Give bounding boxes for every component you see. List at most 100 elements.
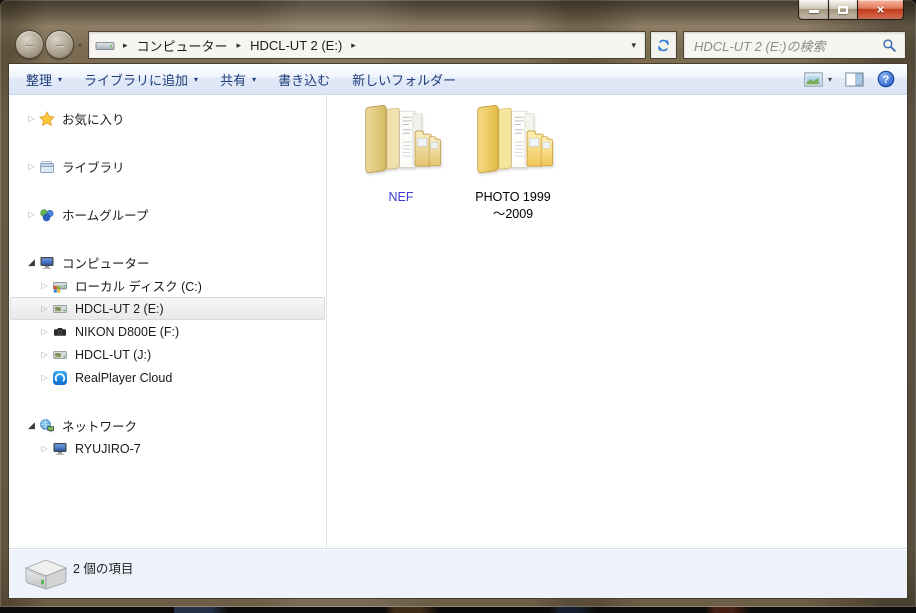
computer-icon: [51, 441, 69, 457]
button-label: 整理: [26, 72, 53, 88]
homegroup-icon: [38, 207, 56, 223]
sidebar-item-favorites[interactable]: ▷ お気に入り: [10, 107, 325, 130]
chevron-down-icon: ▾: [252, 74, 257, 84]
chevron-collapsed-icon[interactable]: ▷: [25, 114, 38, 123]
chevron-collapsed-icon[interactable]: ▷: [38, 350, 51, 359]
address-dropdown[interactable]: ▾: [622, 40, 645, 51]
item-count-status: 2 個の項目: [73, 562, 134, 576]
camera-icon: [51, 324, 69, 340]
sidebar-item-hdcl-ut-2-e[interactable]: ▷ HDCL-UT 2 (E:): [10, 297, 325, 320]
explorer-body: 整理 ▾ ライブラリに追加 ▾ 共有 ▾ 書き込む 新しいフォルダー ▾ ? ▷…: [8, 63, 908, 599]
chevron-collapsed-icon[interactable]: ▷: [38, 281, 51, 290]
libraries-icon: [38, 159, 56, 175]
views-button[interactable]: ▾: [804, 71, 832, 87]
folder-item-nef[interactable]: NEF: [351, 101, 451, 223]
sidebar-item-label: お気に入り: [62, 113, 125, 127]
sidebar-item-label: RYUJIRO-7: [75, 441, 141, 456]
back-button[interactable]: ←: [15, 30, 44, 59]
breadcrumb-separator: ▸: [236, 39, 242, 50]
desktop-background-strip: [0, 607, 916, 613]
chevron-down-icon: ▾: [194, 74, 199, 84]
system-drive-icon: [51, 278, 69, 294]
sidebar-item-label: ライブラリ: [62, 161, 125, 175]
sidebar-item-libraries[interactable]: ▷ ライブラリ: [10, 155, 325, 178]
chevron-collapsed-icon[interactable]: ▷: [25, 162, 38, 171]
new-folder-button[interactable]: 新しいフォルダー: [341, 67, 467, 91]
folder-item-photo[interactable]: PHOTO 1999 ～2009: [463, 101, 563, 223]
content-area: ▷ お気に入り ▷ ライブラリ ▷ ホームグループ ◢ コンピューター ▷ ロー…: [9, 95, 907, 548]
chevron-expanded-icon[interactable]: ◢: [25, 420, 38, 431]
realplayer-cloud-icon: [51, 370, 69, 386]
drive-icon: [95, 38, 115, 53]
add-to-library-button[interactable]: ライブラリに追加 ▾: [73, 67, 209, 91]
sidebar-item-realplayer-cloud[interactable]: ▷ RealPlayer Cloud: [10, 366, 325, 389]
chevron-collapsed-icon[interactable]: ▷: [38, 304, 51, 313]
refresh-icon: [656, 38, 671, 53]
hard-drive-icon: [22, 553, 70, 600]
search-placeholder: HDCL-UT 2 (E:)の検索: [694, 38, 826, 54]
navigation-pane: ▷ お気に入り ▷ ライブラリ ▷ ホームグループ ◢ コンピューター ▷ ロー…: [9, 95, 327, 548]
folder-icon: [469, 101, 557, 183]
chevron-down-icon: ▾: [58, 74, 63, 84]
sidebar-item-network[interactable]: ◢ ネットワーク: [10, 414, 325, 437]
sidebar-item-label: NIKON D800E (F:): [75, 324, 180, 339]
svg-text:?: ?: [883, 74, 890, 86]
close-button[interactable]: ×: [857, 0, 904, 20]
preview-pane-button[interactable]: [845, 71, 864, 87]
network-icon: [38, 418, 56, 434]
forward-arrow-icon: →: [52, 36, 67, 53]
sidebar-item-label: ローカル ディスク (C:): [75, 280, 202, 294]
sidebar-item-nikon-d800e-f[interactable]: ▷ NIKON D800E (F:): [10, 320, 325, 343]
back-arrow-icon: ←: [22, 36, 37, 53]
button-label: 共有: [220, 72, 247, 88]
folder-name: NEF: [388, 190, 414, 204]
sidebar-item-label: ネットワーク: [62, 420, 138, 434]
help-button[interactable]: ?: [877, 70, 895, 88]
caption-buttons: ×: [798, 0, 904, 20]
forward-button[interactable]: →: [45, 30, 74, 59]
address-bar[interactable]: ▸ コンピューター ▸ HDCL-UT 2 (E:) ▸ ▾: [88, 31, 646, 59]
sidebar-item-label: コンピューター: [62, 257, 150, 271]
explorer-window: × ← → ▾ ▸ コンピューター ▸ HDCL-UT 2 (E:) ▸ ▾ H…: [0, 0, 916, 607]
minimize-button[interactable]: [798, 0, 829, 20]
computer-icon: [38, 255, 56, 271]
burn-button[interactable]: 書き込む: [267, 67, 341, 91]
sidebar-item-label: ホームグループ: [62, 209, 149, 223]
organize-button[interactable]: 整理 ▾: [15, 67, 73, 91]
breadcrumb-item-computer[interactable]: コンピューター: [135, 35, 230, 56]
chevron-collapsed-icon[interactable]: ▷: [25, 210, 38, 219]
views-icon: [804, 71, 823, 87]
sidebar-item-local-disk-c[interactable]: ▷ ローカル ディスク (C:): [10, 274, 325, 297]
details-pane: 2 個の項目: [9, 548, 907, 598]
chevron-collapsed-icon[interactable]: ▷: [38, 373, 51, 382]
sidebar-item-computer[interactable]: ◢ コンピューター: [10, 251, 325, 274]
search-input[interactable]: HDCL-UT 2 (E:)の検索: [683, 31, 906, 59]
maximize-icon: [838, 5, 848, 14]
refresh-button[interactable]: [650, 31, 677, 59]
chevron-expanded-icon[interactable]: ◢: [25, 257, 38, 268]
external-drive-icon: [51, 301, 69, 317]
sidebar-item-ryujiro-7[interactable]: ▷ RYUJIRO-7: [10, 437, 325, 460]
chevron-collapsed-icon[interactable]: ▷: [38, 327, 51, 336]
sidebar-item-label: HDCL-UT (J:): [75, 347, 152, 362]
toolbar-right-icons: ▾ ?: [804, 70, 899, 88]
button-label: 書き込む: [278, 72, 331, 88]
sidebar-item-homegroup[interactable]: ▷ ホームグループ: [10, 203, 325, 226]
share-button[interactable]: 共有 ▾: [209, 67, 267, 91]
breadcrumb-separator: ▸: [351, 39, 356, 50]
close-icon: ×: [876, 2, 885, 17]
star-icon: [38, 110, 56, 127]
chevron-collapsed-icon[interactable]: ▷: [38, 444, 51, 453]
maximize-button[interactable]: [828, 0, 858, 20]
button-label: 新しいフォルダー: [352, 72, 457, 88]
sidebar-item-hdcl-ut-j[interactable]: ▷ HDCL-UT (J:): [10, 343, 325, 366]
command-toolbar: 整理 ▾ ライブラリに追加 ▾ 共有 ▾ 書き込む 新しいフォルダー ▾ ?: [9, 64, 907, 95]
folder-icon: [357, 101, 445, 183]
recent-pages-dropdown[interactable]: ▾: [78, 41, 82, 50]
breadcrumb-item-drive[interactable]: HDCL-UT 2 (E:): [248, 37, 344, 54]
button-label: ライブラリに追加: [84, 72, 189, 88]
folder-name: PHOTO 1999 ～2009: [475, 190, 551, 221]
sidebar-item-label: HDCL-UT 2 (E:): [75, 301, 164, 316]
chevron-down-icon: ▾: [827, 74, 832, 84]
magnifier-icon[interactable]: [882, 38, 897, 53]
